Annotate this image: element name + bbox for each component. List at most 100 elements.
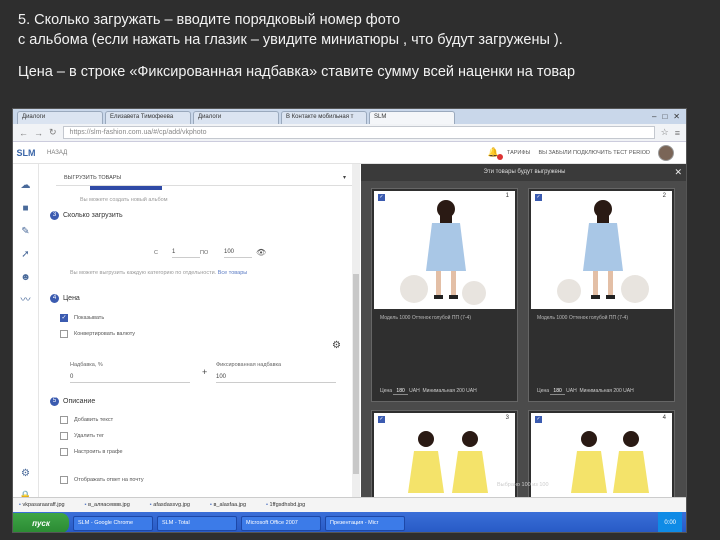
url-input[interactable]: https://slm-fashion.com.ua/#/cp/add/vkph… <box>62 126 655 139</box>
product-card[interactable]: ✓ 2 Модель 1000 Оттенок голубой ПП (7-4)… <box>528 188 675 402</box>
user-icon[interactable]: ☻ <box>20 270 31 286</box>
heading-line-3: Цена – в строке «Фиксированная надбавка»… <box>18 64 576 80</box>
price-currency: UAH <box>409 388 420 394</box>
range-hint: Вы можете выгрузить каждую категорию по … <box>70 270 247 276</box>
eye-icon[interactable]: 👁 <box>256 248 266 257</box>
card-index: 4 <box>662 415 666 421</box>
gear-icon[interactable]: ⚙ <box>21 466 30 482</box>
price-value[interactable]: 180 <box>393 388 408 395</box>
avatar[interactable] <box>658 144 674 161</box>
step-number: 5 <box>50 397 59 406</box>
email-reply-checkbox[interactable] <box>60 476 68 484</box>
briefcase-icon[interactable]: ■ <box>22 201 28 217</box>
browser-tab[interactable]: Диалоги <box>193 111 279 124</box>
back-link[interactable]: НАЗАД <box>47 150 67 156</box>
price-value[interactable]: 180 <box>550 388 565 395</box>
download-item[interactable]: 1ffgsdhsbd.jpg <box>266 502 306 508</box>
range-link[interactable]: Все товары <box>218 270 247 276</box>
remove-tag-label: Удалить тег <box>74 433 105 439</box>
rocket-icon[interactable]: ➚ <box>21 247 29 263</box>
reload-icon[interactable]: ↻ <box>49 127 57 138</box>
selected-value-bar <box>90 186 162 190</box>
select-label: ВЫГРУЗИТЬ ТОВАРЫ <box>64 175 122 181</box>
configure-column-checkbox[interactable] <box>60 448 68 456</box>
model-photo <box>557 200 649 303</box>
minimize-icon[interactable]: – <box>652 112 656 121</box>
markup-percent-label: Надбавка, % <box>70 362 103 368</box>
edit-icon[interactable]: ✎ <box>21 224 29 240</box>
maximize-icon[interactable]: □ <box>662 112 667 121</box>
product-card[interactable]: ✓ 1 Модель 1000 Оттенок голубой ПП (7-4)… <box>371 188 518 402</box>
product-card[interactable]: ✓ 3 <box>371 410 518 531</box>
close-window-icon[interactable]: ✕ <box>673 112 680 121</box>
cloud-icon[interactable]: ☁ <box>21 178 31 194</box>
card-index: 1 <box>505 193 509 199</box>
browser-tab[interactable]: Диалоги <box>17 111 103 124</box>
plus-icon: + <box>202 367 208 377</box>
tariffs-link[interactable]: ТАРИФЫ <box>507 150 531 156</box>
card-checkbox[interactable]: ✓ <box>535 416 542 423</box>
wholesale-price: Минимальная 200 UAH <box>579 388 634 394</box>
step-4-header: 4 Цена <box>50 294 80 303</box>
star-icon[interactable]: ☆ <box>661 127 669 138</box>
chevron-down-icon: ▾ <box>342 175 346 181</box>
card-checkbox[interactable]: ✓ <box>378 194 385 201</box>
modal-header: Эти товары будут выгружены ✕ <box>361 164 686 181</box>
product-card[interactable]: ✓ 4 <box>528 410 675 531</box>
select-hint: Вы можете создать новый альбом <box>80 197 168 203</box>
configure-column-label: Настроить в графе <box>74 449 123 455</box>
price-label: Цена <box>380 388 393 394</box>
step-3-title: Сколько загрузить <box>63 212 123 219</box>
show-price-label: Показывать <box>74 315 105 321</box>
download-item[interactable]: в_аляасеввв.jpg <box>85 502 130 508</box>
start-button[interactable]: пуск <box>13 513 69 532</box>
browser-tab-active[interactable]: SLM <box>369 111 455 124</box>
app-logo[interactable]: SLM <box>13 148 39 158</box>
browser-tab[interactable]: В Контакте мобильная т <box>281 111 367 124</box>
step-3-header: 3 Сколько загрузить <box>50 211 123 220</box>
card-price-row: Цена 180 UAH Минимальная 200 UAH <box>380 388 477 395</box>
convert-currency-label: Конвертировать валюту <box>74 331 136 337</box>
address-bar: ← → ↻ https://slm-fashion.com.ua/#/cp/ad… <box>13 124 686 142</box>
fixed-markup-input[interactable]: 100 <box>216 374 336 383</box>
download-item[interactable]: аfasdassvg.jpg <box>150 502 190 508</box>
show-price-checkbox[interactable]: ✓ <box>60 314 68 322</box>
card-checkbox[interactable]: ✓ <box>378 416 385 423</box>
heading-line-1: 5. Сколько загружать – вводите порядковы… <box>18 12 401 28</box>
gear-icon[interactable]: ⚙ <box>332 340 341 351</box>
range-hint-text: Вы можете выгрузить каждую категорию по … <box>70 270 217 276</box>
taskbar-item[interactable]: Microsoft Office 2007 <box>241 515 321 531</box>
upload-target-select[interactable]: ВЫГРУЗИТЬ ТОВАРЫ ▾ <box>56 172 352 186</box>
taskbar-item[interactable]: SLM - Total <box>157 515 237 531</box>
back-arrow-icon[interactable]: ← <box>19 128 28 138</box>
from-input[interactable]: 1 <box>172 249 200 258</box>
taskbar-item[interactable]: SLM - Google Chrome <box>73 515 153 531</box>
chart-icon[interactable]: 〰 <box>21 293 31 309</box>
forward-arrow-icon[interactable]: → <box>34 128 43 138</box>
step-5-header: 5 Описание <box>50 397 95 406</box>
taskbar-item[interactable]: Презентация - Micr <box>325 515 405 531</box>
test-period-link[interactable]: ВЫ ЗАБЫЛИ ПОДКЛЮЧИТЬ ТЕСТ PERIOD <box>538 150 650 156</box>
product-photo <box>531 191 672 309</box>
to-input[interactable]: 100 <box>224 249 252 258</box>
step-5-title: Описание <box>63 398 96 405</box>
scrollbar-thumb[interactable] <box>353 274 359 474</box>
remove-tag-checkbox[interactable] <box>60 432 68 440</box>
sidebar: ☁ ■ ✎ ➚ ☻ 〰 ⚙ 🔒 <box>13 164 39 502</box>
download-item[interactable]: в_аlasfaa.jpg <box>210 502 246 508</box>
close-icon[interactable]: ✕ <box>674 164 682 181</box>
system-tray: 0:00 <box>658 512 682 532</box>
card-description: Модель 1000 Оттенок голубой ПП (7-4) <box>537 315 628 321</box>
menu-icon[interactable]: ≡ <box>675 128 680 138</box>
add-text-checkbox[interactable] <box>60 416 68 424</box>
bell-icon[interactable]: 🔔 <box>488 147 503 160</box>
convert-currency-checkbox[interactable] <box>60 330 68 338</box>
browser-tab[interactable]: Елизавета Тимофеева <box>105 111 191 124</box>
card-index: 3 <box>505 415 509 421</box>
tab-bar: Диалоги Елизавета Тимофеева Диалоги В Ко… <box>13 109 686 124</box>
form-scrollbar[interactable] <box>352 164 360 497</box>
preview-modal: Эти товары будут выгружены ✕ ✓ 1 Модель … <box>361 164 686 531</box>
markup-percent-input[interactable]: 0 <box>70 374 190 383</box>
card-checkbox[interactable]: ✓ <box>535 194 542 201</box>
download-item[interactable]: vkpasaraaraff.jpg <box>19 502 64 508</box>
